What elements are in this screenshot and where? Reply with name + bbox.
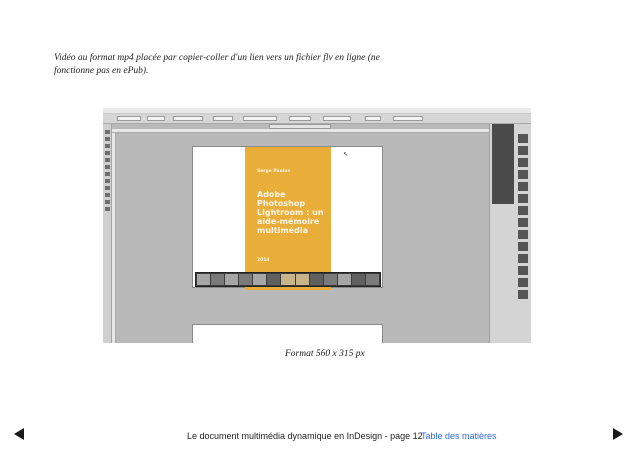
next-document-page <box>192 324 383 343</box>
next-page-icon[interactable] <box>613 428 623 440</box>
cover-title: Adobe Photoshop Lightroom : un aide-mémo… <box>257 190 324 235</box>
book-cover: Serge Paulus Adobe Photoshop Lightroom :… <box>245 147 331 290</box>
panel-list <box>492 124 514 204</box>
video-format-caption: Format 560 x 315 px <box>285 349 365 359</box>
table-of-contents-link[interactable]: Table des matières <box>421 431 511 441</box>
tools-panel <box>103 124 112 343</box>
video-description: Vidéo au format mp4 placée par copier-co… <box>54 53 380 76</box>
side-panels <box>489 124 531 343</box>
filmstrip <box>195 272 381 287</box>
cover-author: Serge Paulus <box>257 169 291 174</box>
vertical-ruler <box>112 133 116 343</box>
cover-year: 2014 <box>257 258 270 263</box>
video-player[interactable]: Serge Paulus Adobe Photoshop Lightroom :… <box>103 108 531 343</box>
app-control-bar <box>103 114 531 124</box>
mouse-cursor-icon: ↖ <box>343 151 349 158</box>
footer-page-label: Le document multimédia dynamique en InDe… <box>187 431 423 441</box>
thumbnail-column <box>515 134 531 302</box>
horizontal-ruler <box>112 129 531 133</box>
document-page: Serge Paulus Adobe Photoshop Lightroom :… <box>192 146 383 290</box>
previous-page-icon[interactable] <box>14 428 24 440</box>
